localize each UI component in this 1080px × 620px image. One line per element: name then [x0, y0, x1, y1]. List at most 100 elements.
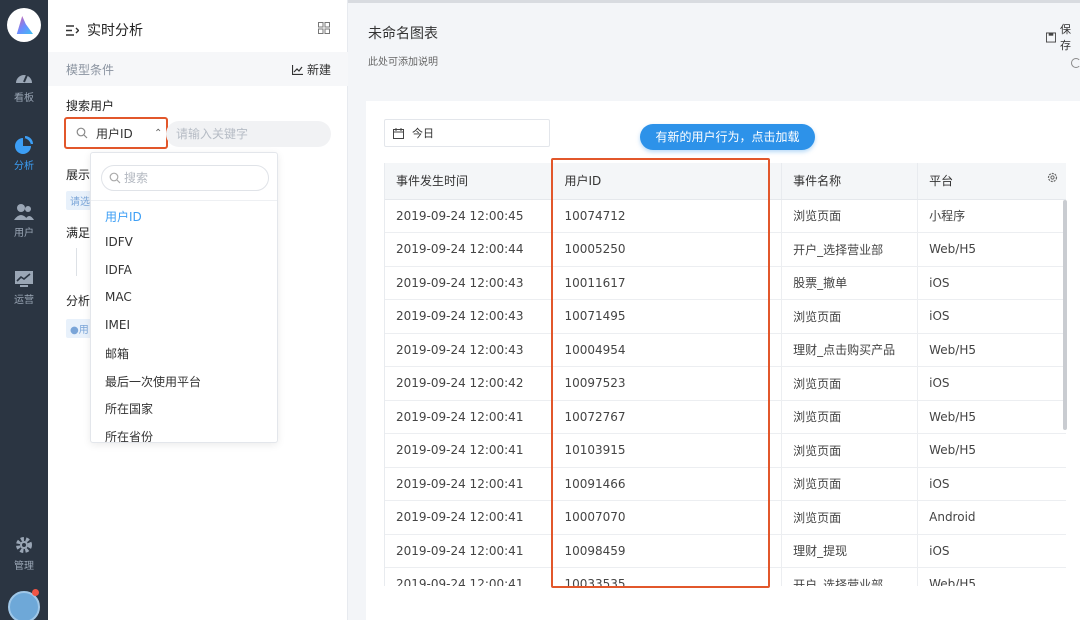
cell-platform: 小程序 [917, 199, 1066, 233]
cell-event: 开户_选择营业部 [781, 232, 919, 267]
dropdown-option[interactable]: 最后一次使用平台 [105, 373, 201, 390]
cell-time: 2019-09-24 12:00:41 [385, 567, 554, 586]
date-picker[interactable]: 今日 [384, 119, 550, 147]
cell-time: 2019-09-24 12:00:41 [385, 534, 554, 568]
save-button[interactable]: 保存 [1046, 21, 1080, 53]
load-new-events-button[interactable]: 有新的用户行为，点击加载 [640, 124, 815, 150]
cell-user-id: 10072767 [552, 400, 783, 434]
table-row[interactable]: 2019-09-24 12:00:41 10091466 浏览页面 iOS [385, 467, 1066, 501]
cell-time: 2019-09-24 12:00:41 [385, 500, 554, 535]
condition-label: 满足 [66, 226, 91, 240]
dropdown-option[interactable]: IDFA [105, 263, 132, 277]
cell-event: 浏览页面 [781, 467, 919, 501]
analysis-chip[interactable]: ●用 [66, 319, 93, 338]
search-user-label: 搜索用户 [66, 99, 115, 113]
dropdown-divider [91, 200, 277, 201]
cell-user-id: 10005250 [552, 232, 783, 267]
table-row[interactable]: 2019-09-24 12:00:43 10011617 股票_撤单 iOS [385, 266, 1066, 300]
display-label: 展示 [66, 168, 91, 182]
table-row[interactable]: 2019-09-24 12:00:43 10071495 浏览页面 iOS [385, 299, 1066, 334]
cell-time: 2019-09-24 12:00:43 [385, 333, 554, 367]
cell-event: 浏览页面 [781, 366, 919, 401]
conditions-label: 模型条件 [66, 63, 115, 77]
chart-description[interactable]: 此处可添加说明 [368, 53, 438, 68]
cell-user-id: 10098459 [552, 534, 783, 568]
dropdown-option[interactable]: 所在国家 [105, 400, 153, 417]
pie-chart-icon [15, 136, 33, 154]
refresh-icon[interactable] [1071, 58, 1080, 68]
cell-platform: iOS [917, 366, 1066, 401]
table-row[interactable]: 2019-09-24 12:00:41 10103915 浏览页面 Web/H5 [385, 433, 1066, 468]
cell-user-id: 10074712 [552, 199, 783, 233]
cell-time: 2019-09-24 12:00:43 [385, 266, 554, 300]
calendar-icon [393, 127, 404, 139]
dropdown-option[interactable]: 用户ID [105, 208, 142, 225]
table-row[interactable]: 2019-09-24 12:00:42 10097523 浏览页面 iOS [385, 366, 1066, 401]
column-settings-icon[interactable] [1047, 172, 1058, 183]
column-header-platform[interactable]: 平台 [917, 163, 1066, 200]
nav-rail: 看板 分析 用户 运营 管理 [0, 0, 48, 620]
column-header-event[interactable]: 事件名称 [781, 163, 919, 200]
dropdown-option[interactable]: 所在省份 [105, 428, 153, 442]
cell-user-id: 10033535 [552, 567, 783, 586]
keyword-input[interactable] [166, 121, 331, 147]
search-icon [109, 172, 121, 184]
users-icon [14, 204, 34, 220]
table-row[interactable]: 2019-09-24 12:00:44 10005250 开户_选择营业部 Web/H… [385, 232, 1066, 267]
app-logo[interactable] [7, 8, 41, 42]
save-label: 保存 [1060, 23, 1071, 52]
cell-event: 理财_提现 [781, 534, 919, 568]
gauge-icon [16, 74, 32, 83]
nav-label-manage: 管理 [14, 561, 34, 572]
nav-item-users[interactable]: 用户 [0, 203, 48, 239]
cell-time: 2019-09-24 12:00:41 [385, 467, 554, 501]
cell-platform: Web/H5 [917, 433, 1066, 468]
nav-item-dashboard[interactable]: 看板 [0, 68, 48, 104]
dropdown-search-input[interactable]: 搜索 [101, 165, 269, 191]
nav-label-dashboard: 看板 [14, 93, 34, 104]
cell-platform: iOS [917, 534, 1066, 568]
table-row[interactable]: 2019-09-24 12:00:41 10098459 理财_提现 iOS [385, 534, 1066, 568]
grid-view-icon[interactable] [318, 22, 330, 34]
cell-user-id: 10091466 [552, 467, 783, 501]
nav-item-manage[interactable]: 管理 [0, 536, 48, 572]
save-icon [1046, 32, 1056, 42]
column-header-platform-label: 平台 [929, 174, 954, 189]
nav-item-operations[interactable]: 运营 [0, 270, 48, 306]
cell-event: 开户_选择营业部 [781, 567, 919, 586]
cell-platform: Web/H5 [917, 400, 1066, 434]
condition-divider [76, 248, 77, 276]
dropdown-option[interactable]: MAC [105, 290, 132, 304]
dropdown-option[interactable]: 邮箱 [105, 345, 129, 362]
cell-user-id: 10103915 [552, 433, 783, 468]
cell-platform: iOS [917, 266, 1066, 300]
nav-item-analysis[interactable]: 分析 [0, 136, 48, 172]
cell-event: 股票_撤单 [781, 266, 919, 300]
column-header-time[interactable]: 事件发生时间 [385, 163, 554, 200]
table-row[interactable]: 2019-09-24 12:00:41 10033535 开户_选择营业部 Web/H… [385, 567, 1066, 586]
filter-lines-icon [66, 24, 79, 36]
dropdown-search-placeholder: 搜索 [124, 171, 149, 185]
table-row[interactable]: 2019-09-24 12:00:45 10074712 浏览页面 小程序 [385, 199, 1066, 233]
events-table: 事件发生时间 用户ID 事件名称 平台 2019-09-24 12:00:45 1… [384, 163, 1066, 586]
nav-label-users: 用户 [14, 228, 34, 239]
dropdown-option[interactable]: IMEI [105, 318, 130, 332]
id-type-select[interactable]: 用户ID ⌃ [64, 117, 168, 149]
chevron-up-icon: ⌃ [154, 128, 163, 139]
table-row[interactable]: 2019-09-24 12:00:43 10004954 理财_点击购买产品 Web/… [385, 333, 1066, 367]
new-button-label: 新建 [307, 63, 332, 77]
nav-label-operations: 运营 [14, 295, 34, 306]
cell-event: 浏览页面 [781, 500, 919, 535]
cell-time: 2019-09-24 12:00:43 [385, 299, 554, 334]
table-row[interactable]: 2019-09-24 12:00:41 10072767 浏览页面 Web/H5 [385, 400, 1066, 434]
new-button[interactable]: 新建 [292, 61, 331, 78]
column-header-user-id[interactable]: 用户ID [552, 163, 783, 200]
dropdown-option[interactable]: IDFV [105, 235, 133, 249]
table-scrollbar[interactable] [1063, 200, 1067, 430]
table-row[interactable]: 2019-09-24 12:00:41 10007070 浏览页面 Android [385, 500, 1066, 535]
cell-user-id: 10097523 [552, 366, 783, 401]
chart-title[interactable]: 未命名图表 [368, 23, 438, 43]
analysis-chip-label: 用 [78, 325, 89, 336]
id-type-value: 用户ID [96, 126, 133, 141]
table-header-row: 事件发生时间 用户ID 事件名称 平台 [385, 163, 1066, 200]
